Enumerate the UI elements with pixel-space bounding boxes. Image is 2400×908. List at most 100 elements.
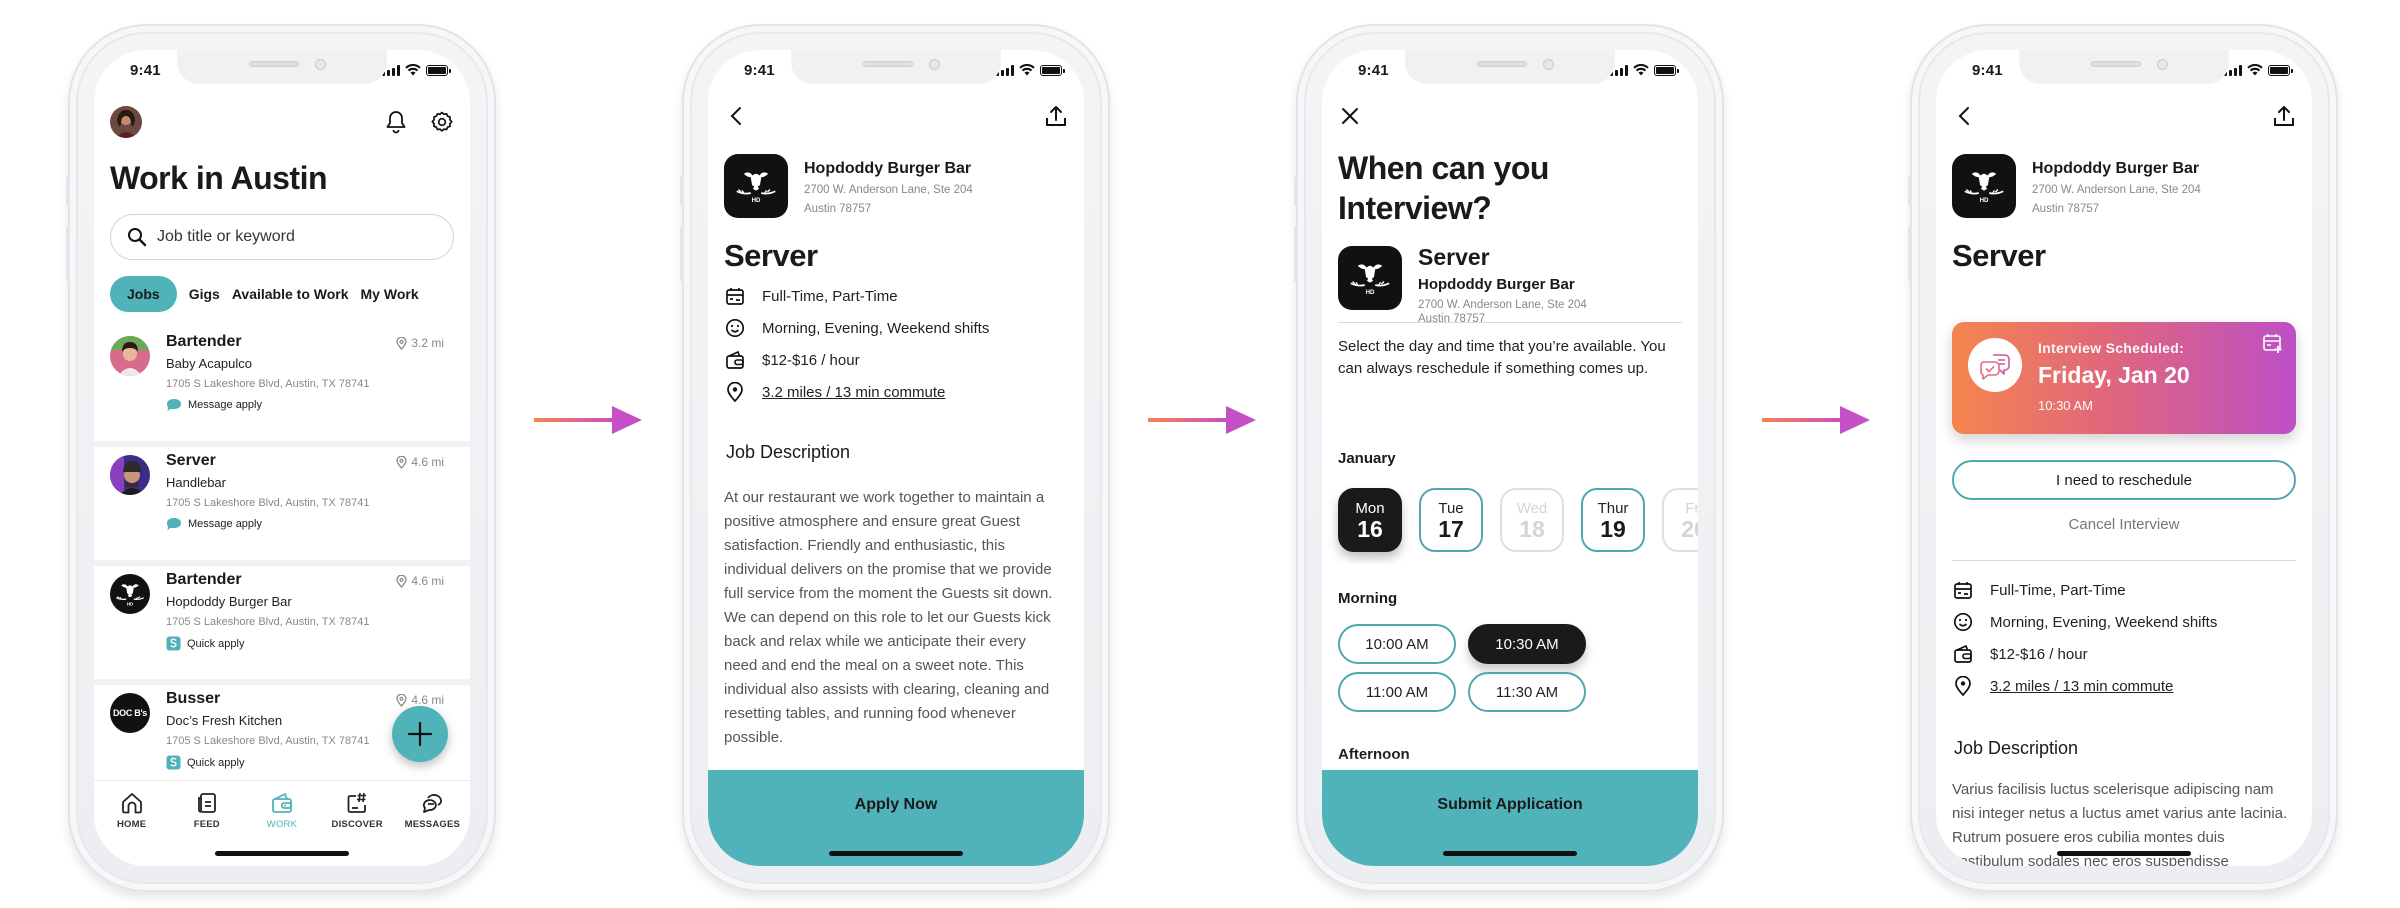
day-option-mon-16[interactable]: Mon 16 [1338, 488, 1402, 552]
job-list-item[interactable]: Server Handlebar 1705 S Lakeshore Blvd, … [94, 447, 470, 560]
job-list-item[interactable]: Bartender Hopdoddy Burger Bar 1705 S Lak… [94, 566, 470, 679]
job-summary: Server Hopdoddy Burger Bar 2700 W. Ander… [1338, 244, 1682, 325]
side-button [1908, 226, 1912, 282]
day-option-thur-19[interactable]: Thur 19 [1581, 488, 1645, 552]
detail-job-type: Full-Time, Part-Time [724, 280, 1068, 312]
scheduled-time: 10:30 AM [2038, 398, 2093, 413]
home-icon [121, 793, 142, 814]
calendar-icon [726, 288, 744, 305]
message-bubble-icon [167, 518, 181, 531]
share-button[interactable] [1044, 104, 1068, 128]
notch [1405, 50, 1615, 84]
close-icon [1342, 108, 1358, 124]
employer-name: Doc’s Fresh Kitchen [166, 713, 283, 728]
cancel-interview-button[interactable]: Cancel Interview [1936, 516, 2312, 533]
add-button[interactable] [392, 706, 448, 762]
day-option-wed-18: Wed 18 [1500, 488, 1564, 552]
location-pin-icon [396, 693, 407, 707]
location-pin-icon [396, 336, 407, 350]
job-distance: 3.2 mi [396, 336, 444, 350]
tab-my-work[interactable]: My Work [361, 286, 419, 302]
settings-button[interactable] [430, 110, 454, 134]
battery-icon [2268, 64, 2293, 76]
apply-label: Message apply [188, 518, 262, 530]
gear-icon [431, 111, 453, 132]
day-picker: Mon16 Tue17 Wed18 Thur19 Fri20 [1322, 480, 1698, 564]
day-option-fri-20: Fri20 [1662, 488, 1698, 552]
employer-name: Handlebar [166, 475, 226, 490]
wifi-icon [1633, 64, 1649, 76]
back-button[interactable] [724, 104, 748, 128]
phone-frame-interview-scheduled: 9:41 Hopdoddy Burger Bar 2700 W. Anderso… [1908, 24, 2338, 892]
chevron-left-icon [1958, 107, 1969, 125]
bell-icon [386, 111, 406, 134]
apply-method: Quick apply [166, 636, 244, 651]
screen-interview-scheduled: 9:41 Hopdoddy Burger Bar 2700 W. Anderso… [1936, 50, 2312, 866]
time-slot-1000am[interactable]: 10:00 AM [1338, 624, 1456, 664]
commute-link[interactable]: 3.2 miles / 13 min commute [762, 384, 945, 401]
month-label: January [1338, 450, 1396, 467]
page-title: When can you Interview? [1338, 150, 1549, 226]
share-button[interactable] [2272, 104, 2296, 128]
calendar-icon [1954, 582, 1972, 599]
status-time: 9:41 [744, 62, 775, 79]
wallet-icon [272, 793, 292, 813]
side-button [1908, 176, 1912, 206]
job-distance: 4.6 mi [396, 693, 444, 707]
job-title: Server [166, 452, 216, 469]
search-input[interactable] [157, 228, 417, 246]
notifications-button[interactable] [384, 110, 408, 134]
job-description-text: At our restaurant we work together to ma… [724, 489, 1053, 746]
nav-messages[interactable]: MESSAGES [397, 791, 467, 866]
back-button[interactable] [1952, 104, 1976, 128]
morning-label: Morning [1338, 590, 1398, 607]
battery-icon [1654, 64, 1679, 76]
commute-link[interactable]: 3.2 miles / 13 min commute [1990, 678, 2173, 695]
wifi-icon [405, 64, 421, 76]
job-description-heading: Job Description [1954, 738, 2079, 758]
apply-label: Quick apply [187, 637, 245, 650]
employer-avatar [110, 455, 150, 495]
detail-shifts: Morning, Evening, Weekend shifts [1952, 606, 2296, 638]
divider [1338, 322, 1682, 323]
day-option-tue-17[interactable]: Tue 17 [1419, 488, 1483, 552]
job-title: Bartender [166, 571, 242, 588]
wifi-icon [2247, 64, 2263, 76]
flow-arrow [1148, 406, 1256, 434]
time-slot-1100am[interactable]: 11:00 AM [1338, 672, 1456, 712]
tab-gigs[interactable]: Gigs [189, 286, 220, 302]
home-indicator [1443, 851, 1577, 856]
tab-available-to-work[interactable]: Available to Work [232, 286, 349, 302]
job-list-item[interactable]: Bartender Baby Acapulco 1705 S Lakeshore… [94, 328, 470, 441]
tab-jobs[interactable]: Jobs [110, 276, 177, 312]
add-to-calendar-button[interactable] [2262, 332, 2284, 359]
scheduled-label: Interview Scheduled: [2038, 340, 2185, 356]
search-icon [128, 228, 147, 247]
time-slot-1030am[interactable]: 10:30 AM [1468, 624, 1586, 664]
apply-label: Quick apply [187, 756, 245, 769]
reschedule-button[interactable]: I need to reschedule [1952, 460, 2296, 500]
chat-check-icon [1968, 338, 2022, 392]
screen-job-detail: 9:41 Hopdoddy Burger Bar 2700 W. Anderso… [708, 50, 1084, 866]
wallet-icon [726, 350, 744, 369]
discover-icon [347, 792, 367, 813]
close-button[interactable] [1338, 104, 1362, 128]
location-pin-icon [396, 455, 407, 469]
search-field[interactable] [110, 214, 454, 260]
chevron-left-icon [730, 107, 741, 125]
time-slot-1130am[interactable]: 11:30 AM [1468, 672, 1586, 712]
phone-frame-interview-select: 9:41 When can you Interview? Server Hopd… [1294, 24, 1724, 892]
business-logo [724, 154, 788, 218]
home-indicator [2057, 851, 2191, 856]
side-button [66, 226, 70, 282]
business-header: Hopdoddy Burger Bar 2700 W. Anderson Lan… [724, 154, 1068, 220]
calendar-add-icon [2263, 334, 2282, 353]
category-tabs: Jobs Gigs Available to Work My Work [110, 276, 460, 312]
flow-arrow [534, 406, 642, 434]
interview-scheduled-card: Interview Scheduled: Friday, Jan 20 10:3… [1952, 322, 2296, 434]
status-time: 9:41 [130, 62, 161, 79]
business-logo [1952, 154, 2016, 218]
feed-icon [197, 793, 216, 813]
nav-home[interactable]: HOME [97, 791, 167, 866]
user-avatar[interactable] [110, 106, 142, 138]
